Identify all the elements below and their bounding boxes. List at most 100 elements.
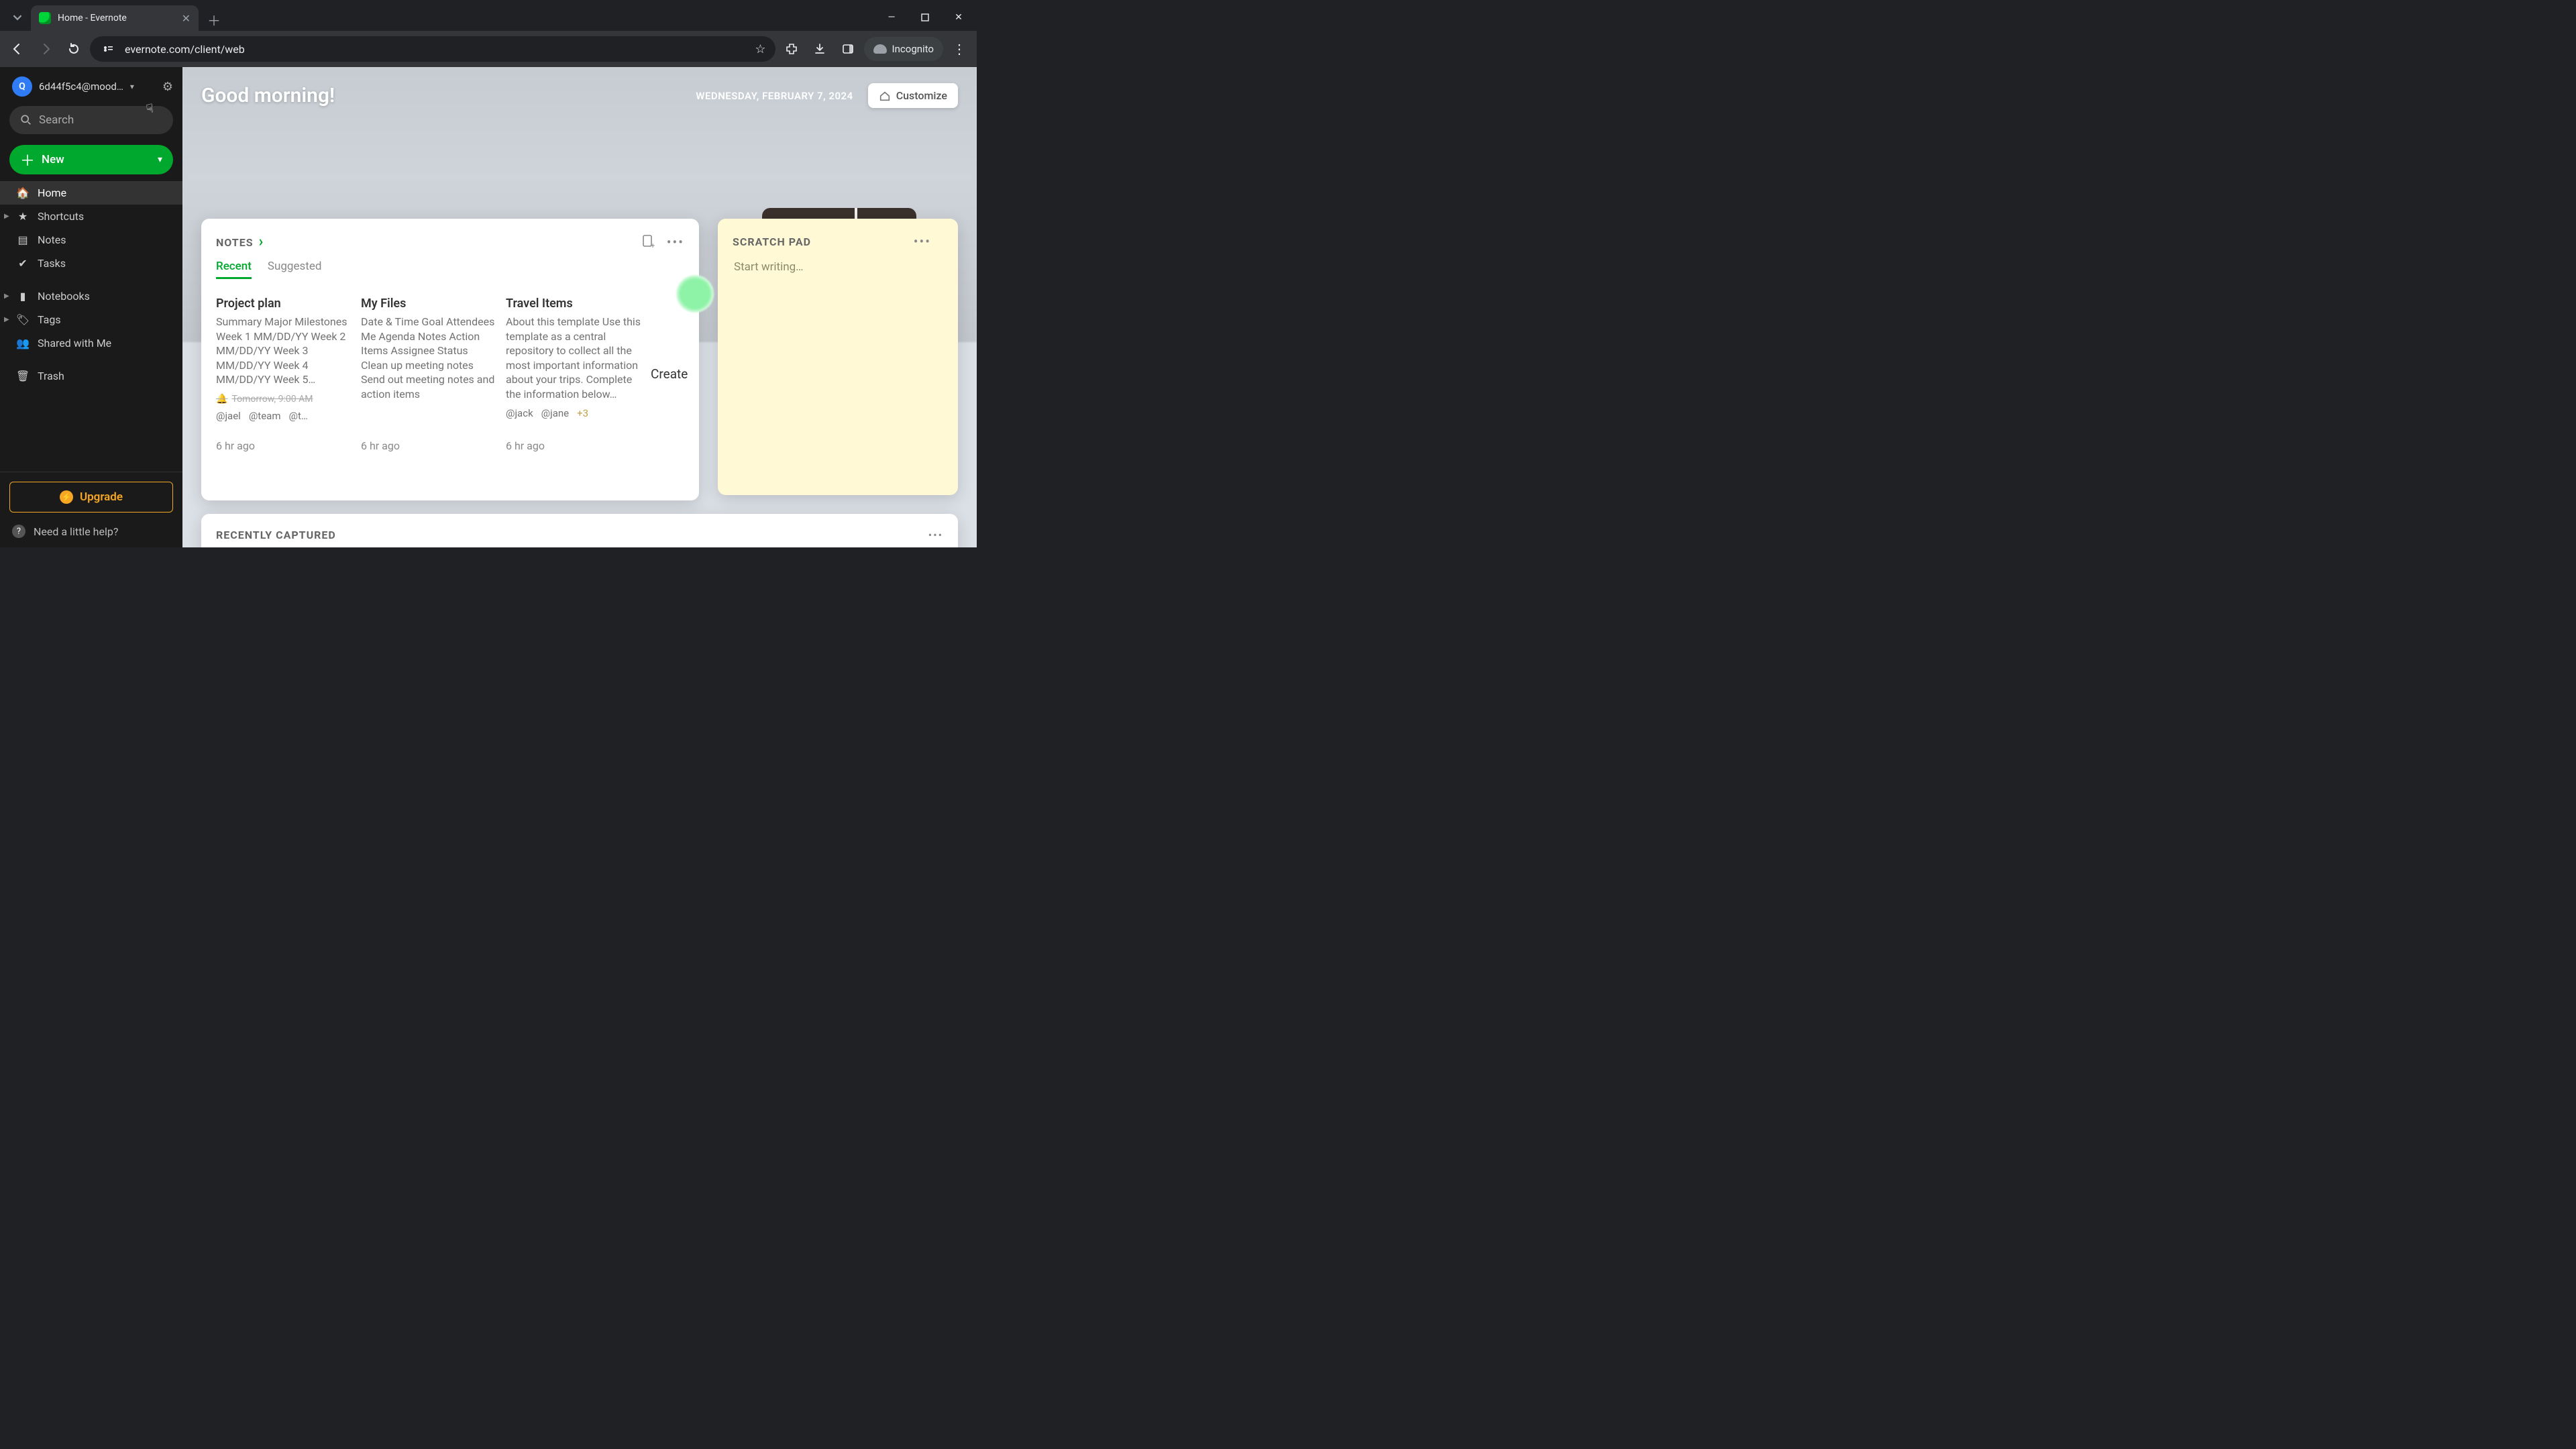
sidebar-item-tasks[interactable]: ✔ Tasks bbox=[0, 252, 182, 275]
note-card[interactable]: Travel Items About this template Use thi… bbox=[506, 297, 648, 452]
notebook-icon: ▮ bbox=[16, 290, 30, 303]
scratch-pad-menu-icon[interactable]: ••• bbox=[914, 233, 931, 250]
note-title: Project plan bbox=[216, 297, 352, 311]
customize-button[interactable]: Customize bbox=[868, 83, 958, 108]
site-info-icon[interactable] bbox=[99, 40, 117, 58]
reload-button[interactable] bbox=[62, 37, 86, 61]
bookmark-star-icon[interactable]: ☆ bbox=[755, 42, 765, 56]
main-content: Good morning! WEDNESDAY, FEBRUARY 7, 202… bbox=[182, 67, 977, 547]
help-link[interactable]: ? Need a little help? bbox=[0, 525, 182, 547]
incognito-label: Incognito bbox=[892, 43, 934, 55]
account-name[interactable]: 6d44f5c4@mood… bbox=[39, 80, 123, 93]
note-timestamp: 6 hr ago bbox=[361, 422, 496, 452]
settings-gear-icon[interactable]: ⚙ bbox=[162, 80, 173, 94]
notes-widget-title[interactable]: NOTES bbox=[216, 233, 264, 250]
avatar[interactable]: Q bbox=[12, 76, 32, 97]
tag-icon: 🏷 bbox=[16, 313, 30, 326]
chrome-menu-icon[interactable]: ⋮ bbox=[947, 37, 971, 61]
scratch-pad-input[interactable] bbox=[733, 259, 943, 480]
evernote-favicon bbox=[39, 12, 51, 24]
notes-widget-menu-icon[interactable]: ••• bbox=[667, 234, 684, 250]
sidebar-item-shared[interactable]: 👥 Shared with Me bbox=[0, 331, 182, 355]
note-timestamp: 6 hr ago bbox=[216, 422, 352, 452]
scratch-pad-title: SCRATCH PAD bbox=[733, 235, 811, 248]
sidebar-nav: 🏠 Home ▶ ★ Shortcuts ▤ Notes ✔ Tasks ▶ ▮… bbox=[0, 181, 182, 388]
sidebar-item-tags[interactable]: ▶ 🏷 Tags bbox=[0, 308, 182, 331]
new-button[interactable]: ＋ New ▾ bbox=[9, 145, 173, 174]
close-tab-icon[interactable]: ✕ bbox=[182, 12, 191, 25]
new-tab-button[interactable]: ＋ bbox=[203, 8, 225, 31]
new-note-icon[interactable]: + bbox=[641, 234, 655, 250]
sidebar-item-label: Home bbox=[38, 186, 66, 199]
recently-captured-title: RECENTLY CAPTURED bbox=[216, 529, 336, 541]
incognito-icon bbox=[873, 44, 887, 54]
caret-icon[interactable]: ▶ bbox=[4, 213, 9, 220]
window-maximize-button[interactable] bbox=[910, 4, 941, 31]
upgrade-label: Upgrade bbox=[80, 490, 123, 504]
sidebar-item-notes[interactable]: ▤ Notes bbox=[0, 228, 182, 252]
recently-captured-widget: RECENTLY CAPTURED ••• bbox=[201, 514, 958, 547]
create-note-card[interactable]: Create bbox=[651, 297, 691, 452]
search-placeholder: Search bbox=[39, 113, 74, 127]
search-input[interactable]: Search bbox=[9, 106, 173, 134]
search-icon bbox=[20, 114, 32, 126]
sidebar-item-trash[interactable]: 🗑 Trash bbox=[0, 364, 182, 388]
date-text: WEDNESDAY, FEBRUARY 7, 2024 bbox=[696, 90, 853, 102]
forward-button[interactable] bbox=[34, 37, 58, 61]
sidebar-item-label: Shortcuts bbox=[38, 210, 84, 223]
customize-label: Customize bbox=[896, 89, 947, 102]
address-bar[interactable]: evernote.com/client/web ☆ bbox=[90, 36, 775, 62]
new-button-label: New bbox=[42, 153, 64, 166]
help-icon: ? bbox=[12, 525, 25, 538]
window-close-button[interactable]: ✕ bbox=[943, 4, 974, 31]
svg-text:+: + bbox=[651, 241, 655, 249]
note-mentions: @jack @jane +3 bbox=[506, 407, 641, 419]
incognito-badge[interactable]: Incognito bbox=[864, 37, 943, 61]
create-note-orb bbox=[676, 275, 714, 313]
people-icon: 👥 bbox=[16, 337, 30, 350]
browser-tab-active[interactable]: Home - Evernote ✕ bbox=[31, 5, 199, 31]
tab-title: Home - Evernote bbox=[58, 13, 127, 23]
star-icon: ★ bbox=[16, 210, 30, 223]
caret-icon[interactable]: ▶ bbox=[4, 316, 9, 323]
note-title: Travel Items bbox=[506, 297, 641, 311]
sidebar-item-home[interactable]: 🏠 Home bbox=[0, 181, 182, 205]
sidebar-item-shortcuts[interactable]: ▶ ★ Shortcuts bbox=[0, 205, 182, 228]
sidebar-item-label: Tasks bbox=[38, 257, 66, 270]
tab-search-dropdown[interactable] bbox=[4, 4, 31, 31]
recently-captured-menu-icon[interactable]: ••• bbox=[928, 529, 943, 541]
window-minimize-button[interactable]: ― bbox=[876, 4, 907, 31]
extensions-icon[interactable] bbox=[780, 37, 804, 61]
sidebar-item-notebooks[interactable]: ▶ ▮ Notebooks bbox=[0, 284, 182, 308]
sidebar-item-label: Notes bbox=[38, 233, 66, 246]
note-preview: About this template Use this template as… bbox=[506, 315, 641, 402]
tab-recent[interactable]: Recent bbox=[216, 260, 252, 279]
sidebar-item-label: Shared with Me bbox=[38, 337, 111, 350]
back-button[interactable] bbox=[5, 37, 30, 61]
bell-icon: 🔔 bbox=[216, 394, 227, 405]
upgrade-button[interactable]: ⚡ Upgrade bbox=[9, 482, 173, 513]
sidebar-item-label: Trash bbox=[38, 370, 64, 382]
sidebar-item-label: Tags bbox=[38, 313, 61, 326]
note-preview: Summary Major Milestones Week 1 MM/DD/YY… bbox=[216, 315, 352, 387]
downloads-icon[interactable] bbox=[808, 37, 832, 61]
bolt-icon: ⚡ bbox=[60, 490, 73, 504]
notes-widget: NOTES + ••• Recent Suggested Projec bbox=[201, 219, 699, 500]
note-icon: ▤ bbox=[16, 233, 30, 246]
caret-icon[interactable]: ▶ bbox=[4, 292, 9, 300]
note-mentions: @jael @team @t… bbox=[216, 410, 352, 422]
url-text: evernote.com/client/web bbox=[125, 43, 245, 56]
note-title: My Files bbox=[361, 297, 496, 311]
chevron-down-icon[interactable]: ▾ bbox=[158, 154, 162, 165]
note-card[interactable]: My Files Date & Time Goal Attendees Me A… bbox=[361, 297, 503, 452]
tab-suggested[interactable]: Suggested bbox=[268, 260, 322, 279]
sidebar-item-label: Notebooks bbox=[38, 290, 90, 303]
greeting-text: Good morning! bbox=[201, 84, 335, 107]
side-panel-icon[interactable] bbox=[836, 37, 860, 61]
check-icon: ✔ bbox=[16, 257, 30, 270]
customize-home-icon bbox=[879, 90, 891, 102]
sidebar: Q 6d44f5c4@mood… ▾ ⚙ ☟ Search ＋ New ▾ 🏠 … bbox=[0, 67, 182, 547]
plus-icon: ＋ bbox=[20, 149, 35, 170]
account-chevron-icon[interactable]: ▾ bbox=[130, 82, 134, 91]
note-card[interactable]: Project plan Summary Major Milestones We… bbox=[216, 297, 358, 452]
